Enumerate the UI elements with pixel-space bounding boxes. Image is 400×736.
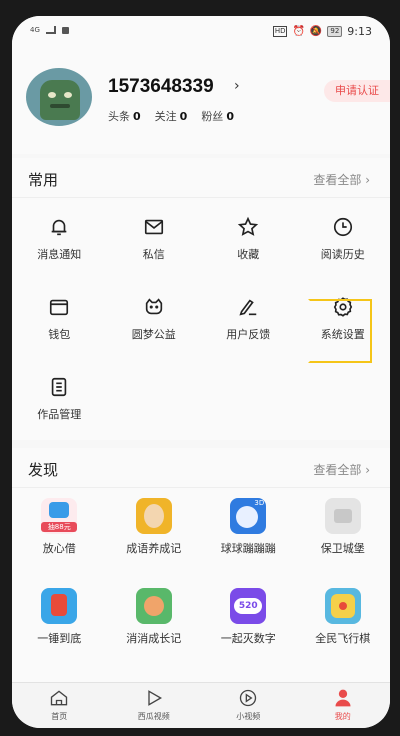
tab-home[interactable]: 首页: [12, 683, 107, 728]
discover-item-baowei[interactable]: 保卫城堡: [296, 488, 391, 578]
hd-badge: HD: [272, 26, 288, 37]
common-item-favorites[interactable]: 收藏: [201, 198, 296, 278]
settings-highlight-frame: [308, 299, 372, 363]
common-item-label: 作品管理: [37, 408, 82, 421]
common-title: 常用: [28, 171, 59, 189]
play-icon: [148, 690, 162, 706]
tab-label: 小视频: [236, 712, 261, 721]
alarm-icon: ⏰: [292, 26, 305, 37]
mail-icon: [144, 219, 163, 235]
tab-mine[interactable]: 我的: [296, 683, 391, 728]
username[interactable]: 1573648339: [108, 76, 214, 98]
common-view-all-link[interactable]: 查看全部 ›: [313, 171, 370, 188]
pen-icon: [239, 299, 257, 316]
xiaoxiao-app-icon: [135, 588, 172, 624]
discover-item-label: 保卫城堡: [320, 542, 365, 555]
bottom-tab-bar: 首页 西瓜视频 小视频 我的: [12, 682, 390, 728]
fangxinjie-app-icon: 抽88元: [41, 498, 78, 534]
status-right: HD ⏰ 🔕 92 9:13: [272, 25, 372, 38]
chengyu-app-icon: [135, 498, 172, 534]
discover-item-label: 消消成长记: [126, 632, 182, 645]
profile-stats: 头条 0 关注 0 粉丝 0: [108, 108, 234, 124]
charity-icon: [145, 298, 162, 315]
common-item-works[interactable]: 作品管理: [12, 358, 107, 438]
tab-xigua-video[interactable]: 西瓜视频: [107, 683, 202, 728]
apply-verify-button[interactable]: 申请认证: [324, 80, 390, 102]
signal-icon: [45, 26, 56, 34]
tab-label: 西瓜视频: [137, 712, 170, 721]
common-item-label: 收藏: [237, 248, 260, 261]
common-header: 常用 查看全部 ›: [12, 158, 390, 198]
discover-item-yiqimie[interactable]: 520 一起灭数字: [201, 578, 296, 668]
yiqimie-app-icon: 520: [230, 588, 267, 624]
profile-header: 1573648339 › 头条 0 关注 0 粉丝 0 申请认证: [12, 50, 390, 154]
common-item-label: 消息通知: [37, 248, 82, 261]
document-icon: [52, 377, 67, 397]
short-video-icon: [240, 689, 257, 707]
discover-item-label: 球球蹦蹦蹦: [220, 542, 276, 555]
discover-item-label: 放心借: [42, 542, 76, 555]
qiuqiu-app-icon: 3D: [230, 498, 267, 534]
wallet-icon: [50, 299, 69, 316]
tab-label: 首页: [51, 712, 68, 721]
bell-icon: [51, 219, 67, 236]
status-left: 4G: [30, 26, 69, 34]
battery-icon: 92: [327, 26, 343, 37]
chevron-right-icon[interactable]: ›: [234, 78, 240, 94]
discover-item-fangxinjie[interactable]: 抽88元 放心借: [12, 488, 107, 578]
discover-item-feixingqi[interactable]: 全民飞行棋: [296, 578, 391, 668]
common-item-label: 圆梦公益: [131, 328, 176, 341]
common-item-notifications[interactable]: 消息通知: [12, 198, 107, 278]
status-bar: 4G HD ⏰ 🔕 92 9:13: [12, 16, 390, 50]
discover-header: 发现 查看全部 ›: [12, 448, 390, 488]
discover-item-label: 全民飞行棋: [315, 632, 371, 645]
common-item-label: 阅读历史: [320, 248, 365, 261]
baowei-app-icon: [324, 498, 361, 534]
feixingqi-app-icon: [324, 588, 361, 624]
avatar[interactable]: [26, 68, 92, 126]
common-item-history[interactable]: 阅读历史: [296, 198, 391, 278]
stat-following[interactable]: 关注 0: [155, 108, 188, 124]
person-icon: [335, 689, 351, 707]
common-item-label: 钱包: [48, 328, 71, 341]
discover-item-chengyu[interactable]: 成语养成记: [107, 488, 202, 578]
yichui-app-icon: [41, 588, 78, 624]
discover-title: 发现: [28, 461, 59, 479]
discover-item-label: 成语养成记: [126, 542, 182, 555]
common-item-label: 私信: [142, 248, 165, 261]
common-item-wallet[interactable]: 钱包: [12, 278, 107, 358]
common-item-charity[interactable]: 圆梦公益: [107, 278, 202, 358]
star-icon: [238, 216, 259, 236]
discover-item-label: 一锤到底: [37, 632, 82, 645]
common-item-feedback[interactable]: 用户反馈: [201, 278, 296, 358]
common-item-label: 用户反馈: [226, 328, 271, 341]
discover-item-yichui[interactable]: 一锤到底: [12, 578, 107, 668]
clock-icon: [333, 217, 352, 237]
discover-item-xiaoxiao[interactable]: 消消成长记: [107, 578, 202, 668]
fangxinjie-badge: 抽88元: [41, 522, 78, 532]
tab-label: 我的: [334, 712, 351, 721]
yiqimie-badge: 520: [234, 598, 263, 614]
tab-short-video[interactable]: 小视频: [201, 683, 296, 728]
discover-item-label: 一起灭数字: [220, 632, 276, 645]
discover-item-qiuqiu[interactable]: 3D 球球蹦蹦蹦: [201, 488, 296, 578]
home-icon: [51, 690, 68, 706]
discover-section: 发现 查看全部 › 抽88元 放心借 成语养成记 3D 球球蹦蹦蹦 保卫城堡 一…: [12, 448, 390, 696]
discover-grid: 抽88元 放心借 成语养成记 3D 球球蹦蹦蹦 保卫城堡 一锤到底 消消成长记 …: [12, 488, 390, 668]
signal-label: 4G: [30, 26, 40, 34]
common-section: 常用 查看全部 › 消息通知 私信 收藏 阅读历史 钱包 圆梦公益 用户反馈 系…: [12, 158, 390, 440]
status-time: 9:13: [347, 25, 372, 38]
mute-icon: 🔕: [309, 26, 323, 37]
common-item-messages[interactable]: 私信: [107, 198, 202, 278]
phone-screen: 4G HD ⏰ 🔕 92 9:13 1573648339 › 头条 0 关注 0 粉…: [12, 16, 390, 728]
stat-toutiao[interactable]: 头条 0: [108, 108, 141, 124]
discover-view-all-link[interactable]: 查看全部 ›: [313, 461, 370, 478]
qiuqiu-badge: 3D: [254, 499, 265, 507]
notification-icon: [61, 26, 69, 34]
stat-fans[interactable]: 粉丝 0: [201, 108, 234, 124]
